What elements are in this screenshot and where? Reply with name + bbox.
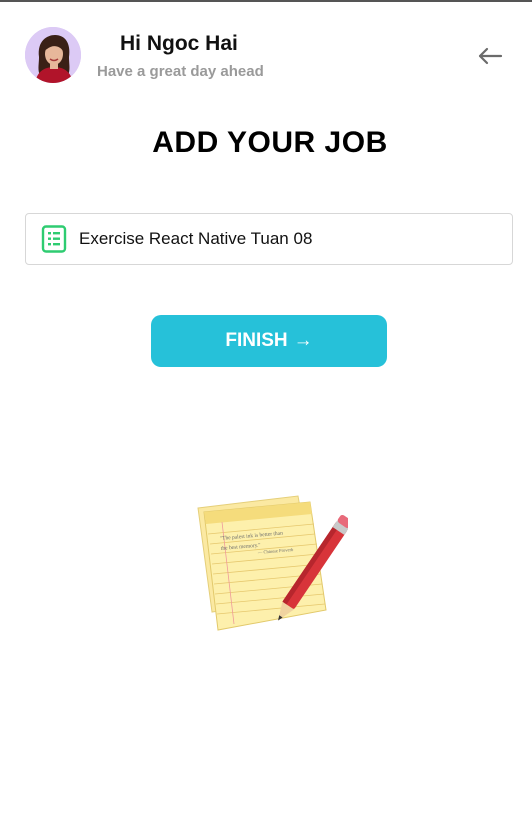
user-avatar[interactable]: [25, 27, 81, 83]
arrow-right-icon: →: [293, 330, 313, 351]
greeting-subtitle: Have a great day ahead: [97, 63, 264, 80]
notepad-pencil-icon: "The palest ink is better than the best …: [197, 495, 353, 631]
finish-button[interactable]: FINISH →: [151, 315, 387, 367]
page-title: ADD YOUR JOB: [152, 126, 388, 159]
finish-button-label: FINISH: [225, 330, 288, 351]
header: Hi Ngoc Hai Have a great day ahead: [0, 0, 532, 110]
job-input-field[interactable]: [25, 213, 513, 265]
arrow-left-icon: [478, 47, 503, 65]
notepad-pencil-illustration: "The palest ink is better than the best …: [188, 488, 353, 648]
job-input[interactable]: [79, 214, 499, 264]
document-icon: [41, 225, 67, 253]
avatar-image: [25, 27, 81, 83]
user-greeting: Hi Ngoc Hai: [120, 32, 238, 55]
back-button[interactable]: [474, 40, 506, 72]
